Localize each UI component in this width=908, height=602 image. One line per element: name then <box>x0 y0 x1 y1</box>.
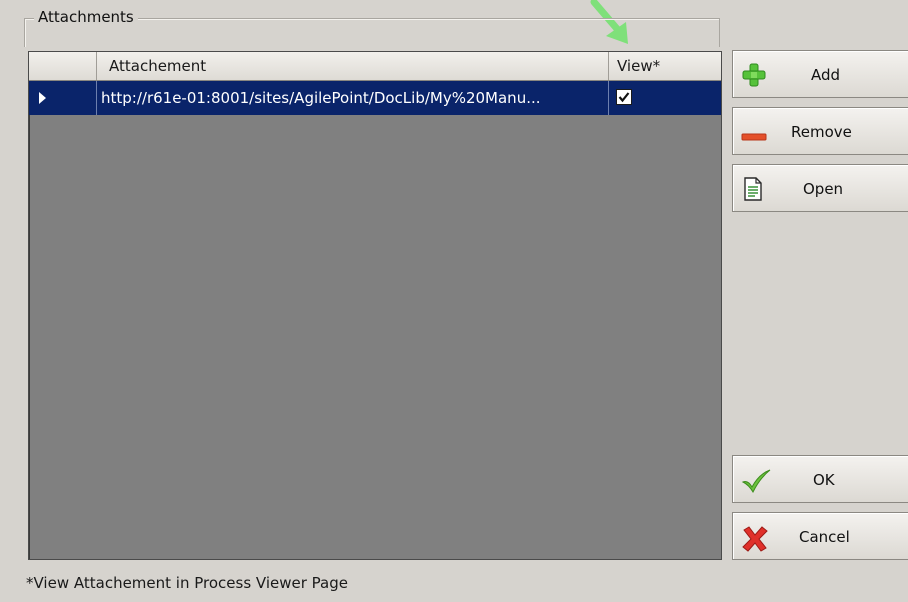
ok-button-label: OK <box>813 471 835 489</box>
row-pointer-icon <box>39 92 46 104</box>
column-header-attachement[interactable]: Attachement <box>97 52 609 80</box>
add-button-label: Add <box>811 66 841 84</box>
remove-button[interactable]: Remove <box>732 107 908 155</box>
grid-header: Attachement View* <box>29 52 721 81</box>
attachment-url-cell[interactable]: http://r61e-01:8001/sites/AgilePoint/Doc… <box>97 81 609 115</box>
open-button-label: Open <box>803 180 844 198</box>
cancel-button[interactable]: Cancel <box>732 512 908 560</box>
open-button[interactable]: Open <box>732 164 908 212</box>
table-row[interactable]: http://r61e-01:8001/sites/AgilePoint/Doc… <box>29 81 721 115</box>
x-icon <box>741 525 768 552</box>
column-header-view[interactable]: View* <box>609 52 721 80</box>
attachments-group-title: Attachments <box>34 8 138 26</box>
remove-button-label: Remove <box>791 123 852 141</box>
plus-icon <box>741 63 767 87</box>
view-checkbox[interactable] <box>616 89 632 105</box>
ok-button[interactable]: OK <box>732 455 908 503</box>
checkmark-icon <box>741 468 771 494</box>
document-icon <box>741 177 767 201</box>
row-header[interactable] <box>29 81 97 115</box>
view-cell[interactable] <box>609 81 721 115</box>
minus-icon <box>741 120 767 144</box>
add-button[interactable]: Add <box>732 50 908 98</box>
checkmark-icon <box>618 92 630 103</box>
attachments-grid[interactable]: Attachement View* http://r61e-01:8001/si… <box>28 51 722 560</box>
cancel-button-label: Cancel <box>799 528 850 546</box>
footnote-text: *View Attachement in Process Viewer Page <box>26 574 348 592</box>
grid-header-rowhead <box>29 52 97 80</box>
